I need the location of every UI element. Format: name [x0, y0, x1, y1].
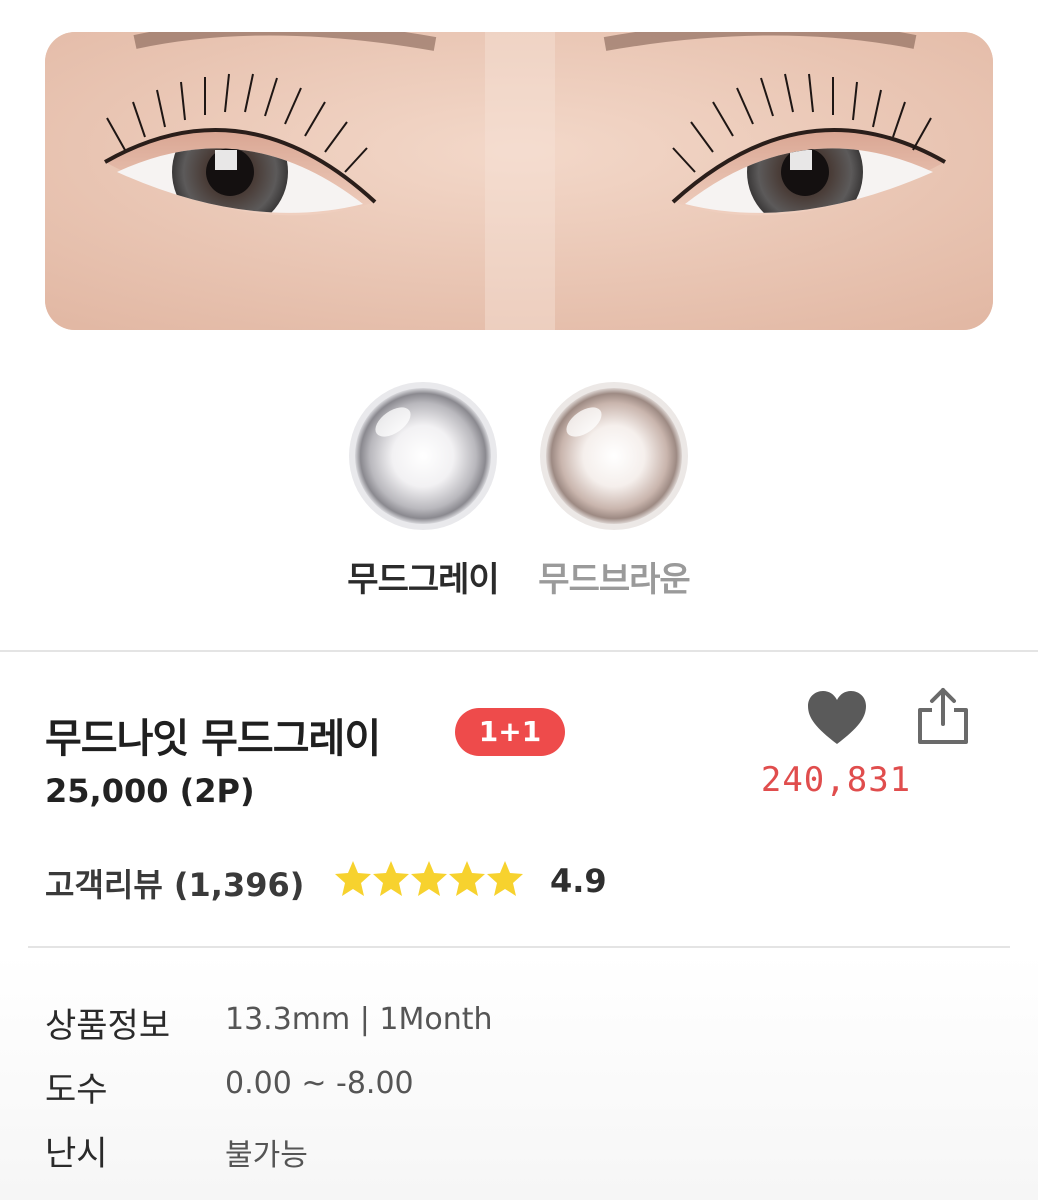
share-icon[interactable] [912, 686, 974, 746]
option-label-gray[interactable]: 무드그레이 [323, 552, 523, 601]
spec-label-power: 도수 [45, 1070, 108, 1110]
option-label-brown[interactable]: 무드브라운 [514, 552, 714, 601]
spec-value-power: 0.00 ~ -8.00 [225, 1066, 414, 1101]
spec-value-astigmatism: 불가능 [225, 1138, 308, 1173]
info-divider [28, 946, 1010, 948]
product-price: 25,000 (2P) [45, 772, 255, 810]
star-icon [449, 861, 485, 896]
spec-value-info: 13.3mm | 1Month [225, 1002, 493, 1037]
option-swatch-gray[interactable] [347, 380, 499, 532]
option-swatch-brown[interactable] [538, 380, 690, 532]
review-link[interactable]: 고객리뷰 (1,396) [45, 860, 304, 906]
promo-badge: 1+1 [455, 708, 565, 756]
spec-label-info: 상품정보 [45, 1006, 171, 1046]
product-title: 무드나잇 무드그레이 [45, 716, 381, 762]
rating-value: 4.9 [550, 862, 607, 900]
spec-label-astigmatism: 난시 [45, 1134, 108, 1174]
product-hero-image [45, 32, 993, 330]
star-icon [373, 861, 409, 896]
like-count: 240,831 [760, 760, 912, 800]
star-icon [411, 861, 447, 896]
heart-icon[interactable] [806, 690, 868, 746]
rating-stars [333, 859, 523, 899]
star-icon [335, 861, 371, 896]
star-icon [487, 861, 523, 896]
